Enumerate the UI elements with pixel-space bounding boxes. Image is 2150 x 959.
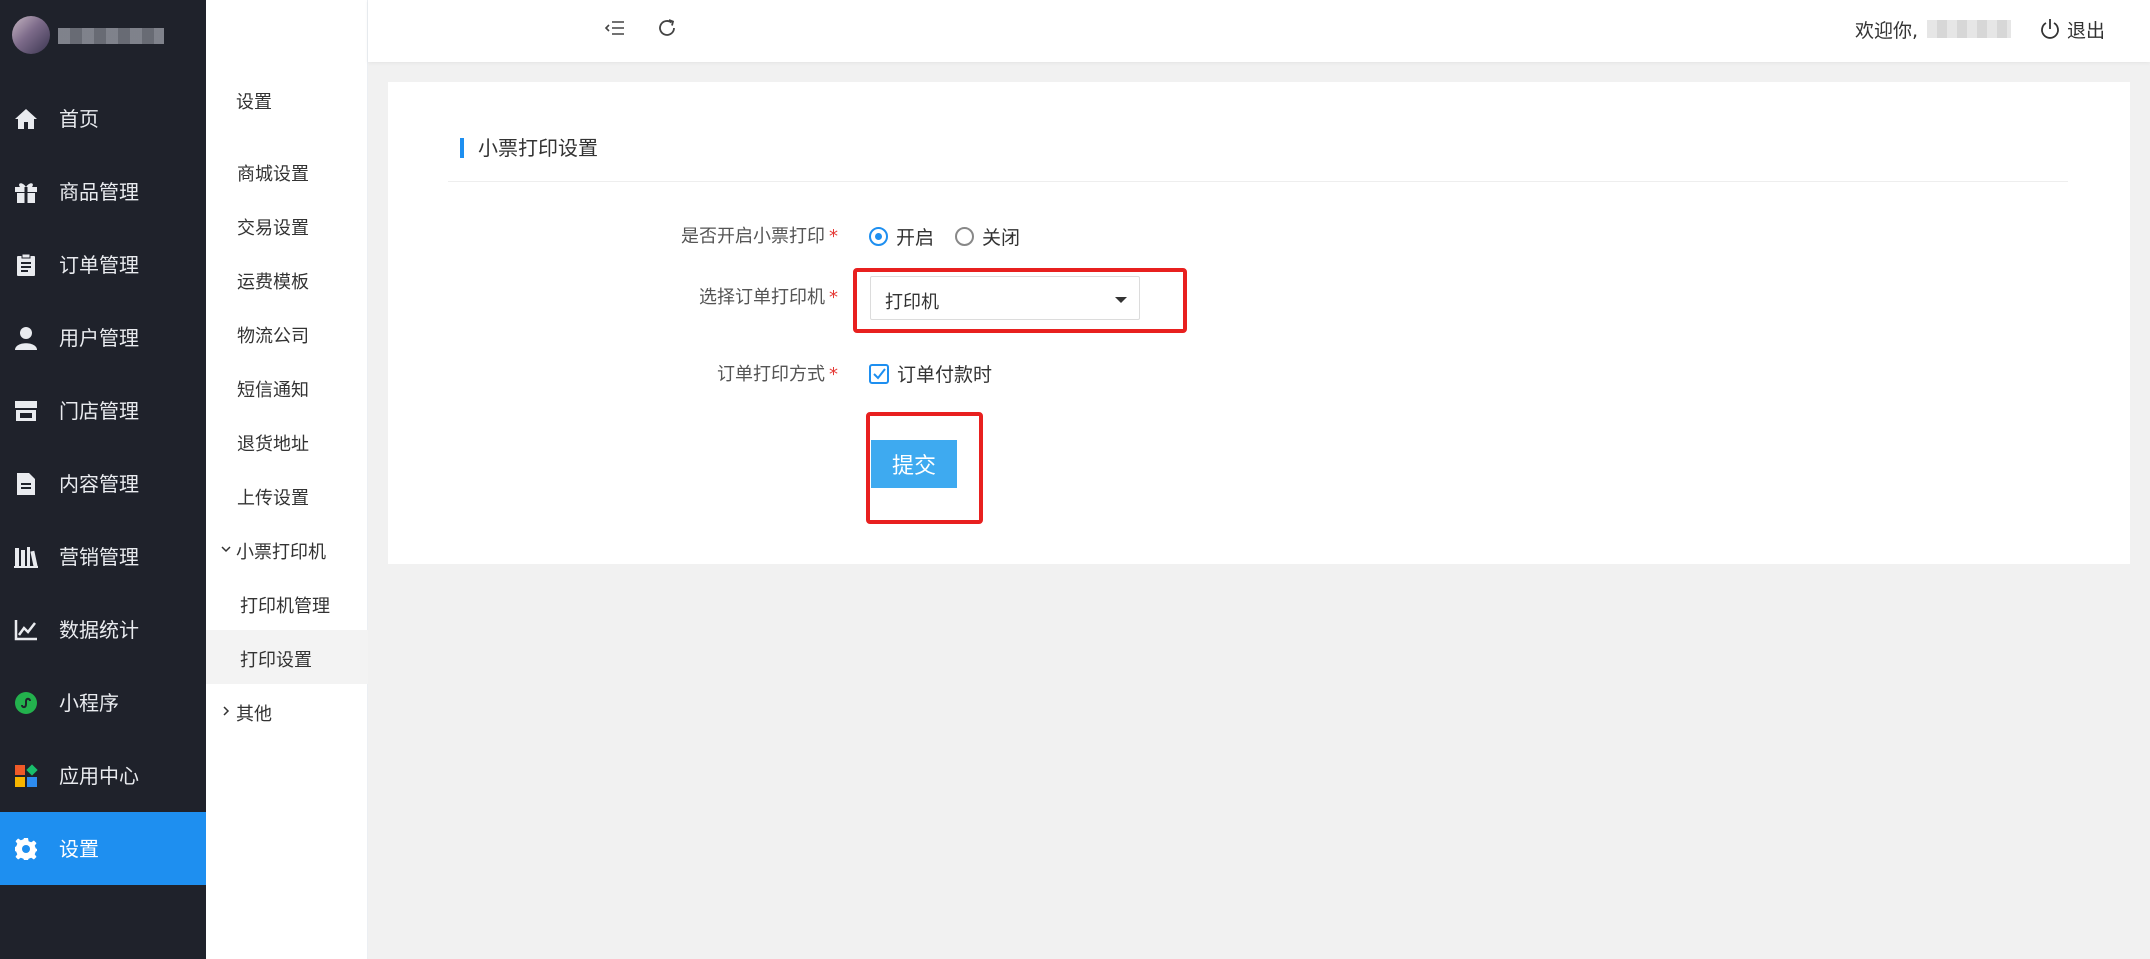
radio-on-label: 开启 <box>896 227 935 249</box>
radio-enable-on[interactable]: 开启 <box>869 223 934 250</box>
radio-unchecked-icon <box>955 227 974 246</box>
store-icon <box>13 398 38 423</box>
subnav-item-logistics[interactable]: 物流公司 <box>206 306 368 360</box>
menu-item-label: 应用中心 <box>59 764 139 788</box>
menu-item-label: 营销管理 <box>59 545 139 569</box>
subnav-item-label: 打印机管理 <box>240 596 330 617</box>
subnav-item-label: 其他 <box>236 704 272 725</box>
radio-checked-icon <box>869 227 888 246</box>
gear-icon <box>13 836 38 861</box>
gift-icon <box>13 179 38 204</box>
submit-button[interactable]: 提交 <box>871 440 957 488</box>
print-mode-label: 订单打印方式 * <box>538 360 838 386</box>
subnav-group-other[interactable]: 其他 <box>206 684 368 738</box>
document-icon <box>13 471 38 496</box>
menu-item-miniprogram[interactable]: 小程序 <box>0 666 206 739</box>
section-title: 小票打印设置 <box>460 138 598 158</box>
subnav-item-shipping-template[interactable]: 运费模板 <box>206 252 368 306</box>
menu-item-home[interactable]: 首页 <box>0 82 206 155</box>
menu-item-products[interactable]: 商品管理 <box>0 155 206 228</box>
caret-down-icon <box>1115 297 1127 303</box>
menu-item-orders[interactable]: 订单管理 <box>0 228 206 301</box>
subnav-item-label: 物流公司 <box>237 326 309 347</box>
printer-select-label-text: 选择订单打印机 <box>699 287 825 308</box>
enable-printing-label-text: 是否开启小票打印 <box>681 226 825 247</box>
menu-item-label: 用户管理 <box>59 326 139 350</box>
subnav-item-trade-settings[interactable]: 交易设置 <box>206 198 368 252</box>
subnav-item-label: 退货地址 <box>237 434 309 455</box>
subnav-item-label: 小票打印机 <box>236 542 326 563</box>
logout-label: 退出 <box>2067 19 2106 42</box>
chevron-down-icon <box>221 546 231 553</box>
subnav-item-label: 交易设置 <box>237 218 309 239</box>
subnav-group-receipt-printer[interactable]: 小票打印机 <box>206 522 368 576</box>
chevron-right-icon <box>223 706 230 716</box>
collapse-menu-icon[interactable] <box>603 16 627 40</box>
power-icon <box>2041 19 2059 39</box>
subnav-item-printer-management[interactable]: 打印机管理 <box>206 576 368 630</box>
subnav-title: 设置 <box>236 92 272 113</box>
subnav-item-sms[interactable]: 短信通知 <box>206 360 368 414</box>
home-icon <box>13 106 38 131</box>
menu-item-marketing[interactable]: 营销管理 <box>0 520 206 593</box>
apps-icon <box>13 763 38 788</box>
chart-icon <box>13 617 38 642</box>
checkbox-on-payment[interactable]: 订单付款时 <box>869 360 992 387</box>
subnav-item-label: 运费模板 <box>237 272 309 293</box>
subnav-item-return-address[interactable]: 退货地址 <box>206 414 368 468</box>
user-icon <box>13 325 38 350</box>
logo-image <box>12 16 50 54</box>
checkbox-label: 订单付款时 <box>897 364 993 386</box>
subnav-item-label: 商城设置 <box>237 164 309 185</box>
subnav-item-label: 短信通知 <box>237 380 309 401</box>
required-mark: * <box>829 364 838 385</box>
books-icon <box>13 544 38 569</box>
menu-item-label: 订单管理 <box>59 253 139 277</box>
menu-item-settings[interactable]: 设置 <box>0 812 206 885</box>
menu-item-label: 商品管理 <box>59 180 139 204</box>
section-divider <box>448 181 2068 182</box>
menu-item-content[interactable]: 内容管理 <box>0 447 206 520</box>
menu-item-label: 数据统计 <box>59 618 139 642</box>
print-settings-card: 小票打印设置 是否开启小票打印 * 开启 关闭 选择订单打印机 * 打印机 订单打印… <box>388 82 2130 564</box>
required-mark: * <box>829 226 838 247</box>
printer-select-label: 选择订单打印机 * <box>538 283 838 309</box>
menu-item-users[interactable]: 用户管理 <box>0 301 206 374</box>
subnav-item-label: 上传设置 <box>237 488 309 509</box>
menu-item-app-center[interactable]: 应用中心 <box>0 739 206 812</box>
menu-item-statistics[interactable]: 数据统计 <box>0 593 206 666</box>
subnav-item-upload-settings[interactable]: 上传设置 <box>206 468 368 522</box>
main-menu: 首页 商品管理 订单管理 用户管理 门店管理 内容管理 营销管理 数据统计 小程… <box>0 82 206 885</box>
menu-item-label: 首页 <box>59 107 99 131</box>
checkbox-checked-icon <box>869 363 889 384</box>
menu-item-label: 小程序 <box>59 691 119 715</box>
required-mark: * <box>829 287 838 308</box>
main-sidebar: 首页 商品管理 订单管理 用户管理 门店管理 内容管理 营销管理 数据统计 小程… <box>0 0 206 959</box>
menu-item-label: 内容管理 <box>59 472 139 496</box>
radio-enable-off[interactable]: 关闭 <box>955 223 1020 250</box>
clipboard-icon <box>13 252 38 277</box>
miniprogram-icon <box>13 690 38 715</box>
subnav-item-label: 打印设置 <box>240 650 312 671</box>
subnav-item-print-settings[interactable]: 打印设置 <box>206 630 368 684</box>
top-bar: 欢迎你, 退出 <box>368 0 2150 62</box>
menu-item-stores[interactable]: 门店管理 <box>0 374 206 447</box>
enable-printing-label: 是否开启小票打印 * <box>538 222 838 248</box>
settings-subnav: 设置 商城设置 交易设置 运费模板 物流公司 短信通知 退货地址 上传设置 小票… <box>206 0 368 959</box>
welcome-text: 欢迎你, <box>1855 20 1919 42</box>
radio-off-label: 关闭 <box>982 227 1021 249</box>
printer-select-value: 打印机 <box>885 292 939 313</box>
refresh-icon[interactable] <box>655 16 679 40</box>
username-blurred <box>1927 20 2011 38</box>
printer-select[interactable]: 打印机 <box>870 276 1140 320</box>
menu-item-label: 设置 <box>59 837 99 861</box>
print-mode-label-text: 订单打印方式 <box>717 364 825 385</box>
menu-item-label: 门店管理 <box>59 399 139 423</box>
subnav-list: 商城设置 交易设置 运费模板 物流公司 短信通知 退货地址 上传设置 小票打印机… <box>206 144 368 738</box>
app-logo[interactable] <box>12 12 192 54</box>
subnav-item-mall-settings[interactable]: 商城设置 <box>206 144 368 198</box>
logout-button[interactable]: 退出 <box>2039 14 2105 44</box>
logo-text-blurred <box>58 28 164 44</box>
